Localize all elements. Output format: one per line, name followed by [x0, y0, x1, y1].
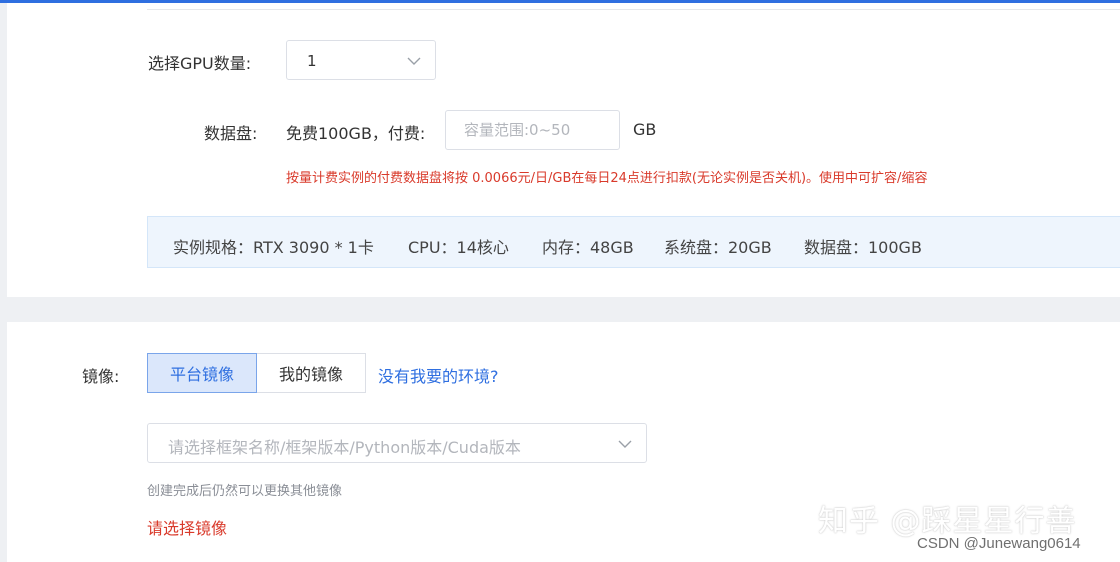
zhihu-watermark: 知乎 @踩星星行善 — [818, 504, 1077, 539]
instance-spec-summary: 实例规格：RTX 3090 * 1卡 CPU：14核心 内存：48GB 系统盘：… — [147, 216, 1120, 268]
gpu-count-label: 选择GPU数量: — [148, 54, 252, 73]
image-required-error: 请选择镜像 — [147, 519, 228, 538]
spec-cpu: CPU：14核心 — [408, 238, 509, 257]
missing-environment-link[interactable]: 没有我要的环境? — [378, 363, 499, 387]
csdn-watermark: CSDN @Junewang0614 — [917, 535, 1081, 552]
spec-system-disk: 系统盘：20GB — [664, 238, 772, 257]
gpu-count-select[interactable]: 1 — [286, 40, 436, 80]
tab-platform-image[interactable]: 平台镜像 — [147, 353, 257, 393]
image-select[interactable]: 请选择框架名称/框架版本/Python版本/Cuda版本 — [147, 423, 647, 463]
chevron-down-icon — [407, 57, 421, 65]
image-label: 镜像: — [82, 367, 120, 386]
data-disk-unit: GB — [633, 120, 657, 139]
divider — [147, 9, 1120, 10]
data-disk-billing-warning: 按量计费实例的付费数据盘将按 0.0066元/日/GB在每日24点进行扣款(无论… — [286, 171, 928, 186]
data-disk-label: 数据盘: — [204, 124, 258, 143]
spec-instance: 实例规格：RTX 3090 * 1卡 — [173, 238, 374, 257]
data-disk-free-text: 免费100GB，付费: — [286, 124, 426, 143]
tab-my-image[interactable]: 我的镜像 — [256, 353, 366, 393]
spec-memory: 内存：48GB — [542, 238, 634, 257]
chevron-down-icon — [618, 440, 632, 448]
spec-data-disk: 数据盘：100GB — [804, 238, 922, 257]
data-disk-size-input[interactable] — [445, 110, 620, 150]
gpu-count-value: 1 — [307, 52, 317, 70]
image-change-hint: 创建完成后仍然可以更换其他镜像 — [147, 484, 343, 499]
image-select-placeholder: 请选择框架名称/框架版本/Python版本/Cuda版本 — [168, 438, 521, 457]
